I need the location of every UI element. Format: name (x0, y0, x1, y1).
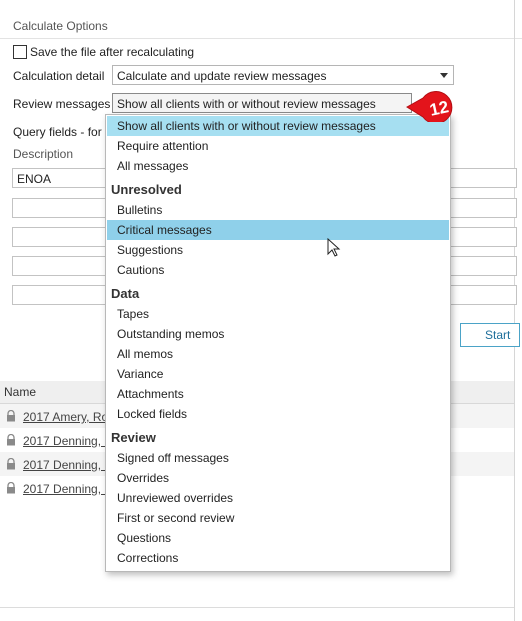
calculation-detail-label: Calculation detail (13, 69, 105, 83)
client-link[interactable]: 2017 Amery, Ro (23, 410, 108, 424)
save-file-label[interactable]: Save the file after recalculating (30, 45, 194, 59)
query-fields-label: Query fields - for (13, 125, 102, 139)
dropdown-item-variance[interactable]: Variance (107, 364, 449, 384)
lock-icon (7, 434, 15, 446)
dropdown-item-attachments[interactable]: Attachments (107, 384, 449, 404)
description-header: Description (13, 147, 74, 161)
divider (514, 0, 515, 621)
client-link[interactable]: 2017 Denning, I (23, 458, 108, 472)
dropdown-group-review: Review (111, 430, 156, 445)
description-value: ENOA (17, 172, 52, 186)
dropdown-item-locked-fields[interactable]: Locked fields (107, 404, 449, 424)
dropdown-group-unresolved: Unresolved (111, 182, 182, 197)
dropdown-item-signed-off-messages[interactable]: Signed off messages (107, 448, 449, 468)
client-link[interactable]: 2017 Denning, I (23, 482, 108, 496)
section-title: Calculate Options (13, 19, 108, 33)
dropdown-item-all-messages[interactable]: All messages (107, 156, 449, 176)
dropdown-item-bulletins[interactable]: Bulletins (107, 200, 449, 220)
name-column-header[interactable]: Name (4, 385, 36, 399)
start-button[interactable]: Start (460, 323, 520, 347)
chevron-down-icon[interactable] (440, 73, 448, 78)
dropdown-item-outstanding-memos[interactable]: Outstanding memos (107, 324, 449, 344)
dropdown-group-data: Data (111, 286, 140, 301)
review-messages-dropdown[interactable]: Show all clients with or without review … (105, 114, 451, 572)
dropdown-item-tapes[interactable]: Tapes (107, 304, 449, 324)
dropdown-item-critical-messages[interactable]: Critical messages (107, 220, 449, 240)
dropdown-item-suggestions[interactable]: Suggestions (107, 240, 449, 260)
dropdown-item-overrides[interactable]: Overrides (107, 468, 449, 488)
client-link[interactable]: 2017 Denning, I (23, 434, 108, 448)
dropdown-item-all-memos[interactable]: All memos (107, 344, 449, 364)
divider (0, 38, 522, 39)
dropdown-item-show-all[interactable]: Show all clients with or without review … (107, 116, 449, 136)
dropdown-item-unreviewed-overrides[interactable]: Unreviewed overrides (107, 488, 449, 508)
divider (0, 607, 514, 608)
callout-number: 12 (428, 97, 450, 120)
dropdown-item-require-attention[interactable]: Require attention (107, 136, 449, 156)
mouse-cursor-icon (327, 238, 341, 257)
review-messages-value: Show all clients with or without review … (117, 97, 376, 111)
review-messages-select[interactable]: Show all clients with or without review … (112, 93, 412, 113)
calculation-detail-value: Calculate and update review messages (117, 69, 327, 83)
callout-badge: 12 (406, 91, 453, 122)
dropdown-item-first-or-second-review[interactable]: First or second review (107, 508, 449, 528)
dropdown-item-cautions[interactable]: Cautions (107, 260, 449, 280)
save-file-checkbox[interactable] (13, 45, 27, 59)
lock-icon (7, 458, 15, 470)
dropdown-item-questions[interactable]: Questions (107, 528, 449, 548)
lock-icon (7, 482, 15, 494)
review-messages-label: Review messages (13, 97, 111, 111)
dropdown-item-corrections[interactable]: Corrections (107, 548, 449, 568)
lock-icon (7, 410, 15, 422)
calculation-detail-select[interactable]: Calculate and update review messages (112, 65, 454, 85)
